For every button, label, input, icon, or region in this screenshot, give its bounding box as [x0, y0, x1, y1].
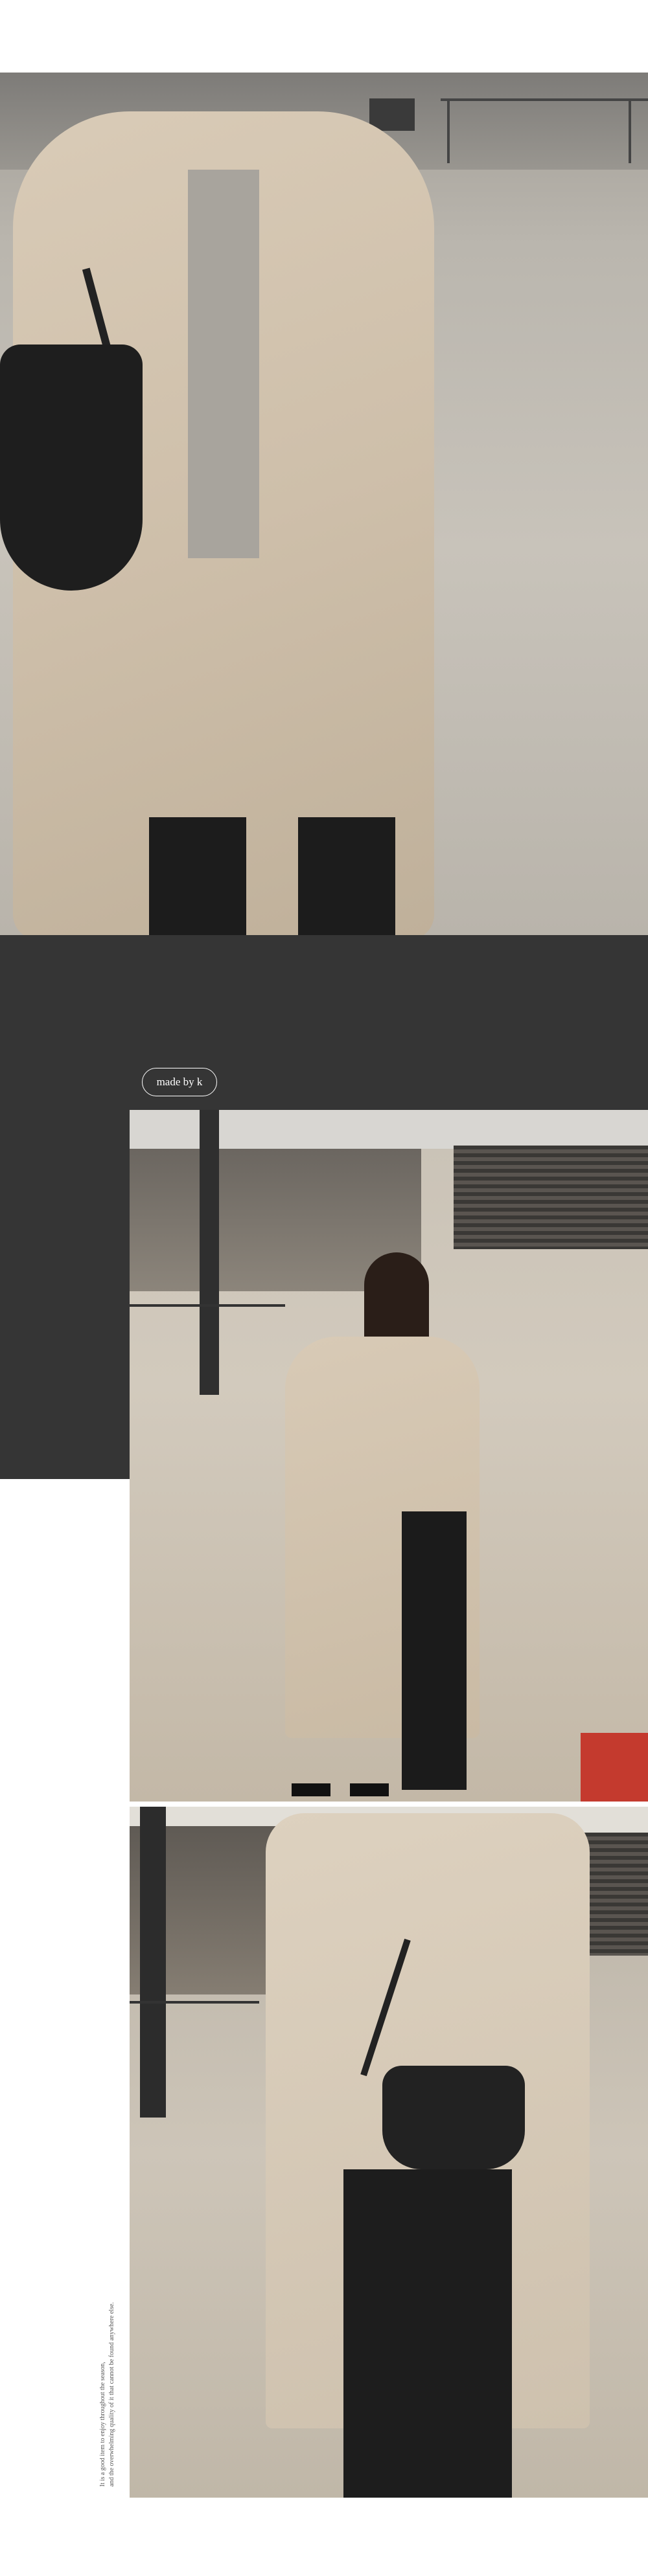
railing [441, 98, 648, 101]
shoe-left [292, 1783, 330, 1796]
pillar [140, 1807, 166, 2118]
black-shoulder-bag [382, 2066, 525, 2169]
railing [130, 2001, 259, 2004]
pillar [200, 1110, 219, 1395]
photo-coat-full-length [130, 1110, 648, 1802]
background-sign [369, 98, 415, 131]
photo-coat-with-bag [130, 1807, 648, 2498]
caption-line: and the overwhelming quality of it that … [108, 2302, 115, 2487]
vertical-caption: It is a good item to enjoy throughout th… [98, 2254, 118, 2487]
railing-post [447, 98, 450, 163]
shoe-right [350, 1783, 389, 1796]
caption-line: It is a good item to enjoy throughout th… [99, 2362, 106, 2487]
railing-post [629, 98, 631, 163]
black-shoulder-bag [0, 345, 143, 591]
black-trousers [343, 2169, 512, 2498]
black-trouser-right [298, 817, 395, 935]
grey-sweater [188, 170, 259, 558]
black-trousers [402, 1511, 467, 1790]
photo-coat-front-closeup [0, 73, 648, 935]
staircase [454, 1146, 648, 1249]
made-by-k-tag: made by k [142, 1068, 217, 1096]
railing [130, 1304, 285, 1307]
black-trouser-left [149, 817, 246, 935]
red-accent-square [581, 1733, 648, 1802]
